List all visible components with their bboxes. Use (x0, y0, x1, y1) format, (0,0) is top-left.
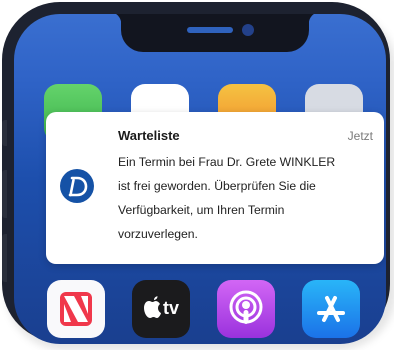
phone-frame: tv Warteliste Jetzt Ein Termin bei Frau … (2, 2, 390, 344)
front-camera (242, 24, 254, 36)
podcasts-icon[interactable] (217, 280, 275, 338)
home-screen: tv Warteliste Jetzt Ein Termin bei Frau … (14, 14, 386, 344)
app-store-icon[interactable] (302, 280, 360, 338)
notification-time: Jetzt (347, 129, 373, 143)
doctolib-logo-icon (60, 169, 94, 203)
apple-tv-label: tv (163, 298, 180, 318)
mute-switch (2, 120, 7, 146)
volume-down-button (2, 234, 7, 282)
notification-message: Ein Termin bei Frau Dr. Grete WINKLER is… (118, 155, 336, 241)
volume-up-button (2, 170, 7, 218)
speaker-grille (187, 27, 233, 33)
news-icon[interactable] (47, 280, 105, 338)
apple-tv-icon[interactable]: tv (132, 280, 190, 338)
notification-title: Warteliste (118, 128, 180, 143)
notification-banner[interactable]: Warteliste Jetzt Ein Termin bei Frau Dr.… (46, 112, 384, 264)
notch (109, 14, 321, 52)
